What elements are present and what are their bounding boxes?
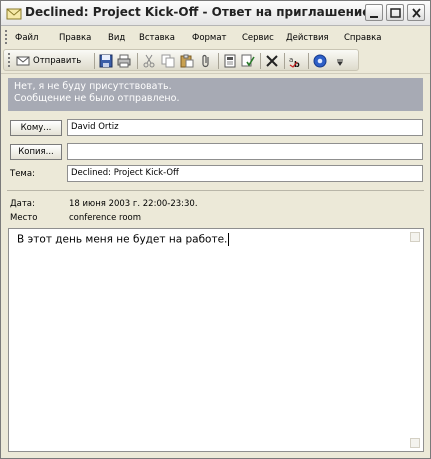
minimize-icon (370, 16, 378, 18)
maximize-button[interactable] (386, 4, 404, 21)
paste-icon[interactable] (180, 54, 194, 68)
toolbar-grip[interactable] (8, 53, 10, 67)
check-names-icon[interactable] (241, 54, 255, 68)
send-label: Отправить (33, 56, 82, 66)
menu-file[interactable]: Файл (15, 33, 38, 43)
subject-field[interactable]: Declined: Project Kick-Off (67, 165, 423, 182)
window-title: Declined: Project Kick-Off - Ответ на пр… (25, 5, 371, 19)
cut-icon[interactable] (142, 54, 156, 68)
menu-insert[interactable]: Вставка (139, 33, 175, 43)
date-label: Дата: (10, 199, 35, 209)
message-body[interactable]: В этот день меня не будет на работе. (8, 228, 424, 452)
envelope-icon (6, 8, 22, 20)
message-window: Declined: Project Kick-Off - Ответ на пр… (0, 0, 431, 459)
scroll-up-stub[interactable] (410, 232, 420, 242)
to-field[interactable]: David Ortiz (67, 119, 423, 136)
toolbar-separator (260, 53, 261, 69)
scroll-down-stub[interactable] (410, 438, 420, 448)
body-text-content: В этот день меня не будет на работе. (17, 233, 228, 246)
send-button[interactable]: Отправить (16, 53, 81, 69)
toolbar-separator (94, 53, 95, 69)
menu-view[interactable]: Вид (108, 33, 125, 43)
standard-toolbar: Отправить a b (1, 48, 430, 74)
menu-format[interactable]: Формат (192, 33, 227, 43)
header-divider (7, 190, 424, 191)
spelling-icon[interactable]: a b (289, 54, 303, 68)
toolbar-separator (218, 53, 219, 69)
help-icon[interactable] (313, 54, 327, 68)
cc-field[interactable] (67, 143, 423, 160)
location-value: conference room (69, 213, 142, 223)
toolbar-separator (137, 53, 138, 69)
menu-help[interactable]: Справка (344, 33, 381, 43)
banner-line-response: Нет, я не буду присутствовать. (14, 81, 172, 92)
date-value: 18 июня 2003 г. 22:00-23:30. (69, 199, 198, 209)
info-banner: Нет, я не буду присутствовать. Сообщение… (8, 78, 423, 111)
print-icon[interactable] (117, 54, 131, 68)
minimize-button[interactable] (365, 4, 383, 21)
to-button[interactable]: Кому... (10, 120, 62, 136)
toolbar-separator (284, 53, 285, 69)
toolbar-separator (308, 53, 309, 69)
banner-line-status: Сообщение не было отправлено. (14, 93, 180, 104)
body-text: В этот день меня не будет на работе. (17, 233, 230, 246)
menu-tools[interactable]: Сервис (242, 33, 274, 43)
menu-grip[interactable] (5, 30, 7, 44)
toolbar-options-icon[interactable] (336, 58, 344, 66)
title-bar: Declined: Project Kick-Off - Ответ на пр… (1, 1, 430, 26)
location-label: Место (10, 213, 38, 223)
close-button[interactable] (407, 4, 425, 21)
copy-icon[interactable] (161, 54, 175, 68)
maximize-icon (390, 8, 401, 18)
subject-label: Тема: (10, 169, 35, 179)
cc-button[interactable]: Копия... (10, 144, 62, 160)
address-book-icon[interactable] (223, 54, 237, 68)
save-icon[interactable] (99, 54, 113, 68)
svg-text:a: a (289, 56, 293, 64)
attach-icon[interactable] (199, 54, 213, 68)
send-icon (16, 56, 30, 66)
close-icon (412, 8, 421, 18)
menu-edit[interactable]: Правка (59, 33, 91, 43)
text-caret (228, 233, 230, 246)
delete-icon[interactable] (265, 54, 279, 68)
menu-actions[interactable]: Действия (286, 33, 329, 43)
toolbar-band: Отправить a b (3, 49, 359, 71)
menu-bar: Файл Правка Вид Вставка Формат Сервис Де… (1, 26, 430, 48)
